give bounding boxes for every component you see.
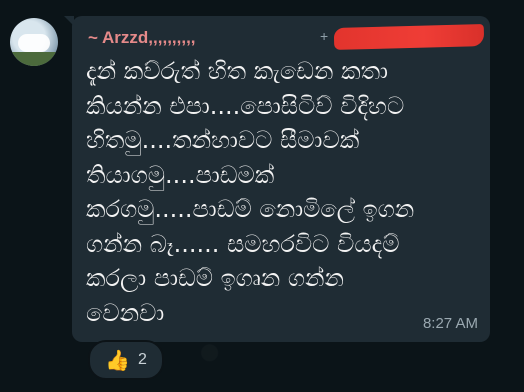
message-bubble[interactable]: ~ Arzzd,,,,,,,,,, + දැන් කව්රුත් හිත කැඩ… — [64, 16, 490, 342]
message-timestamp: 8:27 AM — [422, 315, 478, 332]
redaction-scribble — [333, 24, 485, 50]
sender-phone: + — [320, 28, 329, 44]
reaction-pill[interactable]: 👍 2 — [88, 340, 164, 380]
reaction-count: 2 — [138, 351, 147, 368]
avatar-cloud-image — [18, 34, 50, 52]
sender-avatar[interactable] — [10, 18, 58, 66]
thumbs-up-icon: 👍 — [105, 348, 130, 372]
message-text: දැන් කව්රුත් හිත කැඩෙන කතා කියන්න එපා...… — [86, 57, 415, 327]
sender-name[interactable]: ~ Arzzd,,,,,,,,,, — [88, 28, 196, 48]
avatar-ground-image — [10, 52, 58, 66]
